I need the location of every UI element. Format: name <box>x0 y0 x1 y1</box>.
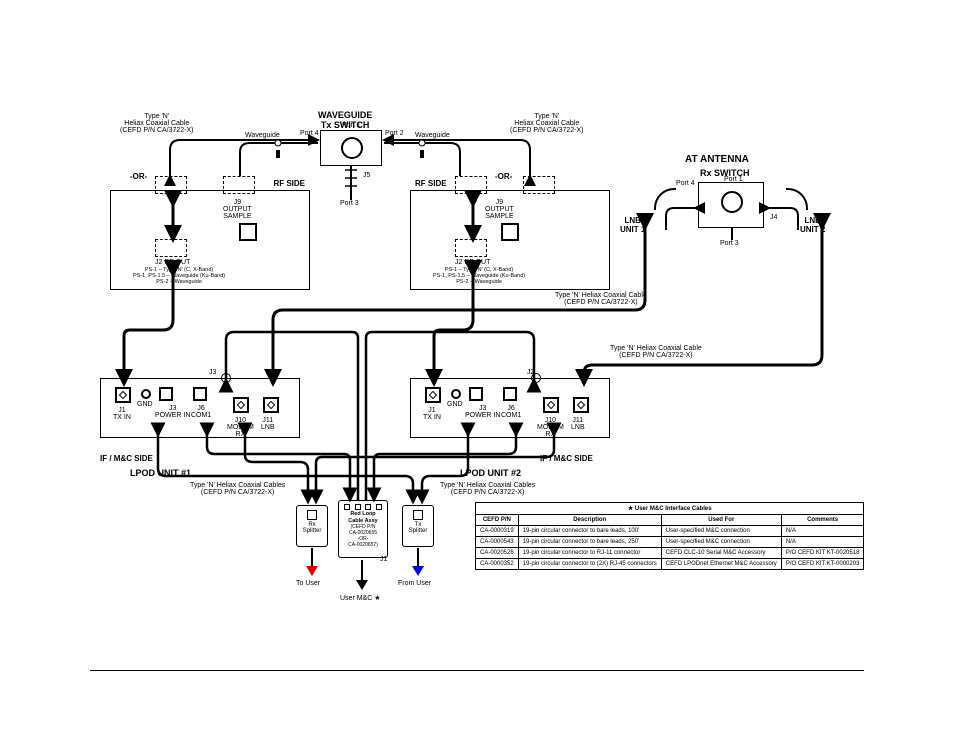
tx-splitter: Tx Splitter <box>402 505 434 547</box>
lpod-unit-1-title: LPOD UNIT #1 <box>130 468 191 478</box>
tx-port-1: Port 1 <box>342 122 361 129</box>
user-mc: User M&C ★ <box>340 594 381 602</box>
rx-port1: Port 1 <box>724 176 743 183</box>
table-row: CA-000054319-pin circular connector to b… <box>476 537 864 548</box>
rx-port3: Port 3 <box>720 240 739 247</box>
tx-switch-box <box>320 130 382 166</box>
rf-l-notes: PS-1 – Type 'N' (C, X-Band) PS-1, PS-1.5… <box>133 267 225 285</box>
lpod1-j10: J10 MODEM RX <box>227 417 254 438</box>
lpod2-j10: J10 MODEM RX <box>537 417 564 438</box>
tx-port-3: Port 3 <box>340 200 359 207</box>
user-mc-table: ★ User M&C Interface Cables CEFD P/N Des… <box>475 502 864 570</box>
lpod2-gnd: GND <box>447 401 463 408</box>
rf-r-j9: J9 OUTPUT SAMPLE <box>485 199 514 220</box>
rx-splitter: Rx Splitter <box>296 505 328 547</box>
tx-port-2: Port 2 <box>385 130 404 137</box>
lpod-unit-2-box: J1 TX IN GND J3 POWER IN J6 COM1 J2 J10 … <box>410 378 610 438</box>
lpod2-j6: J6 COM1 <box>501 405 521 419</box>
rx-switch-box <box>698 182 764 228</box>
to-user: To User <box>296 580 320 587</box>
tx-port-4: Port 4 <box>300 130 319 137</box>
lnb-elbow-1 <box>654 188 676 210</box>
redloop-j1: J1 <box>380 556 387 563</box>
lnb-unit-1-label: LNB UNIT 1 <box>620 216 645 234</box>
lpod2-j11: J11 LNB <box>571 417 585 431</box>
table-row: CA-000035219-pin circular connector to (… <box>476 559 864 570</box>
lpod1-gnd: GND <box>137 401 153 408</box>
typeN-note-top-left: Type 'N' Heliax Coaxial Cable (CEFD P/N … <box>120 113 194 134</box>
lpod1-j3: J3 <box>209 369 216 376</box>
rx-cable-note-1: Type 'N' Heliax Coaxial Cable (CEFD P/N … <box>555 292 647 306</box>
tx-j5: J5 <box>363 172 370 179</box>
lpod1-j3p: J3 POWER IN <box>155 405 190 419</box>
lpod1-j11: J11 LNB <box>261 417 275 431</box>
rx-cable-note-2: Type 'N' Heliax Coaxial Cable (CEFD P/N … <box>610 345 702 359</box>
waveguide-label-left: Waveguide <box>245 132 280 139</box>
rf-side-right-box: RF SIDE J9 OUTPUT SAMPLE J2 RF OUT PS-1 … <box>410 190 610 290</box>
rf-r-notes: PS-1 – Type 'N' (C, X-Band) PS-1, PS-1.5… <box>433 267 525 285</box>
bottom-divider <box>90 670 864 671</box>
typeN-note-top-right: Type 'N' Heliax Coaxial Cable (CEFD P/N … <box>510 113 584 134</box>
at-antenna-title: AT ANTENNA <box>685 154 749 165</box>
if-mc-side-l: IF / M&C SIDE <box>100 454 153 463</box>
rf-side-left-box: RF SIDE J9 OUTPUT SAMPLE J2 RF OUT PS-1 … <box>110 190 310 290</box>
waveguide-label-right: Waveguide <box>415 132 450 139</box>
table-row: CA-000031919-pin circular connector to b… <box>476 526 864 537</box>
lnb-unit-2-label: LNB UNIT 2 <box>800 216 825 234</box>
from-user: From User <box>398 580 431 587</box>
red-loop-assy: Red Loop Cable Assy (CEFD P/N CA-0020655… <box>338 500 388 558</box>
or-left: -OR- <box>130 172 147 181</box>
lpod-unit-1-box: J1 TX IN GND J3 POWER IN J6 COM1 J3 J10 … <box>100 378 300 438</box>
lnb-elbow-2 <box>786 188 808 210</box>
lpod-unit-2-title: LPOD UNIT #2 <box>460 468 521 478</box>
or-right: -OR- <box>495 172 512 181</box>
lpod2-j1: J1 TX IN <box>423 407 441 421</box>
lpod-cable-note-l: Type 'N' Heliax Coaxial Cables (CEFD P/N… <box>190 482 285 496</box>
rf-l-j9: J9 OUTPUT SAMPLE <box>223 199 252 220</box>
rf-side-left-title: RF SIDE <box>273 179 305 188</box>
table-row: CA-002052619-pin circular connector to R… <box>476 548 864 559</box>
if-mc-side-r: IF / M&C SIDE <box>540 454 593 463</box>
rx-j4: J4 <box>770 214 777 221</box>
rf-side-right-title: RF SIDE <box>415 179 447 188</box>
lpod2-j3p: J3 POWER IN <box>465 405 500 419</box>
tx-splitter-arrow <box>412 566 424 576</box>
rx-port4: Port 4 <box>676 180 695 187</box>
redloop-arrow <box>356 580 368 590</box>
lpod-cable-note-r: Type 'N' Heliax Coaxial Cables (CEFD P/N… <box>440 482 535 496</box>
lpod1-j1: J1 TX IN <box>113 407 131 421</box>
rx-splitter-arrow <box>306 566 318 576</box>
lpod1-j6: J6 COM1 <box>191 405 211 419</box>
rf-r-j2: J2 RF OUT <box>455 259 490 266</box>
rf-l-j2: J2 RF OUT <box>155 259 190 266</box>
